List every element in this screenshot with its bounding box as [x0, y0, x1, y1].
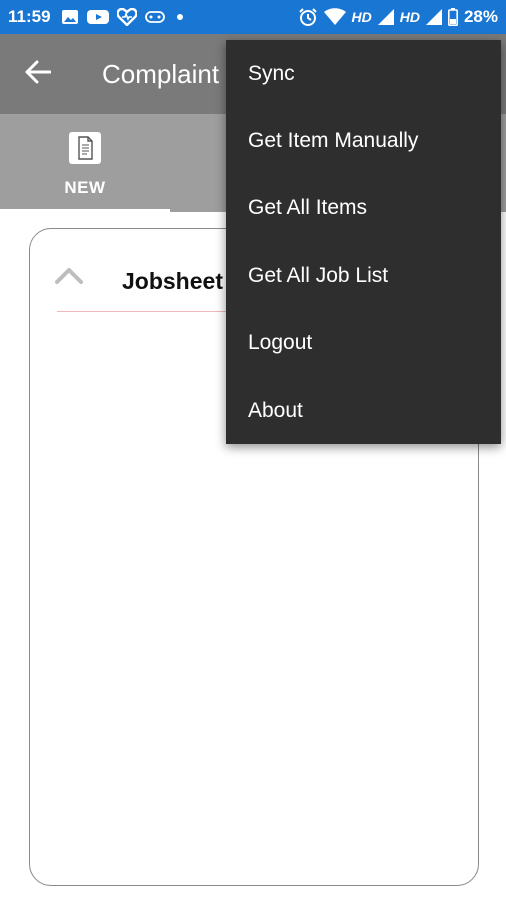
tab-new-label: NEW	[64, 177, 106, 197]
menu-item-label: Get Item Manually	[248, 129, 419, 153]
page-title: Complaint	[102, 58, 220, 89]
menu-item-get-all-job-list[interactable]: Get All Job List	[226, 242, 501, 309]
notification-icons	[61, 8, 187, 26]
menu-item-get-item-manually[interactable]: Get Item Manually	[226, 107, 501, 174]
menu-item-get-all-items[interactable]: Get All Items	[226, 175, 501, 242]
overflow-menu: Sync Get Item Manually Get All Items Get…	[226, 40, 501, 444]
game-controller-icon	[144, 10, 165, 24]
youtube-icon	[86, 9, 109, 25]
dot-icon	[173, 10, 187, 24]
battery-percent: 28%	[463, 7, 498, 26]
signal-icon	[377, 9, 394, 25]
status-bar: 11:59 HD HD 28%	[0, 0, 506, 34]
alarm-icon	[298, 7, 318, 27]
status-time: 11:59	[8, 7, 51, 26]
network-type-label: HD	[399, 9, 420, 25]
battery-icon	[447, 8, 458, 26]
menu-item-label: Logout	[248, 331, 313, 355]
menu-item-label: About	[248, 398, 303, 422]
back-button[interactable]	[0, 34, 76, 114]
heart-app-icon	[116, 8, 137, 26]
signal-icon	[425, 9, 442, 25]
menu-item-sync[interactable]: Sync	[226, 40, 501, 107]
menu-item-label: Sync	[248, 61, 295, 85]
chevron-up-icon[interactable]	[54, 265, 84, 290]
card-title: Jobsheet	[122, 268, 223, 294]
document-icon	[68, 131, 102, 170]
wifi-icon	[323, 8, 346, 26]
menu-item-label: Get All Job List	[248, 263, 389, 287]
menu-item-label: Get All Items	[248, 196, 368, 220]
menu-item-logout[interactable]: Logout	[226, 310, 501, 377]
tab-indicator	[0, 209, 170, 212]
network-type-label: HD	[351, 9, 372, 25]
arrow-left-icon	[25, 60, 52, 89]
image-icon	[61, 9, 79, 25]
tab-new[interactable]: NEW	[0, 114, 170, 212]
status-indicators: HD HD 28%	[298, 7, 498, 27]
menu-item-about[interactable]: About	[226, 377, 501, 444]
